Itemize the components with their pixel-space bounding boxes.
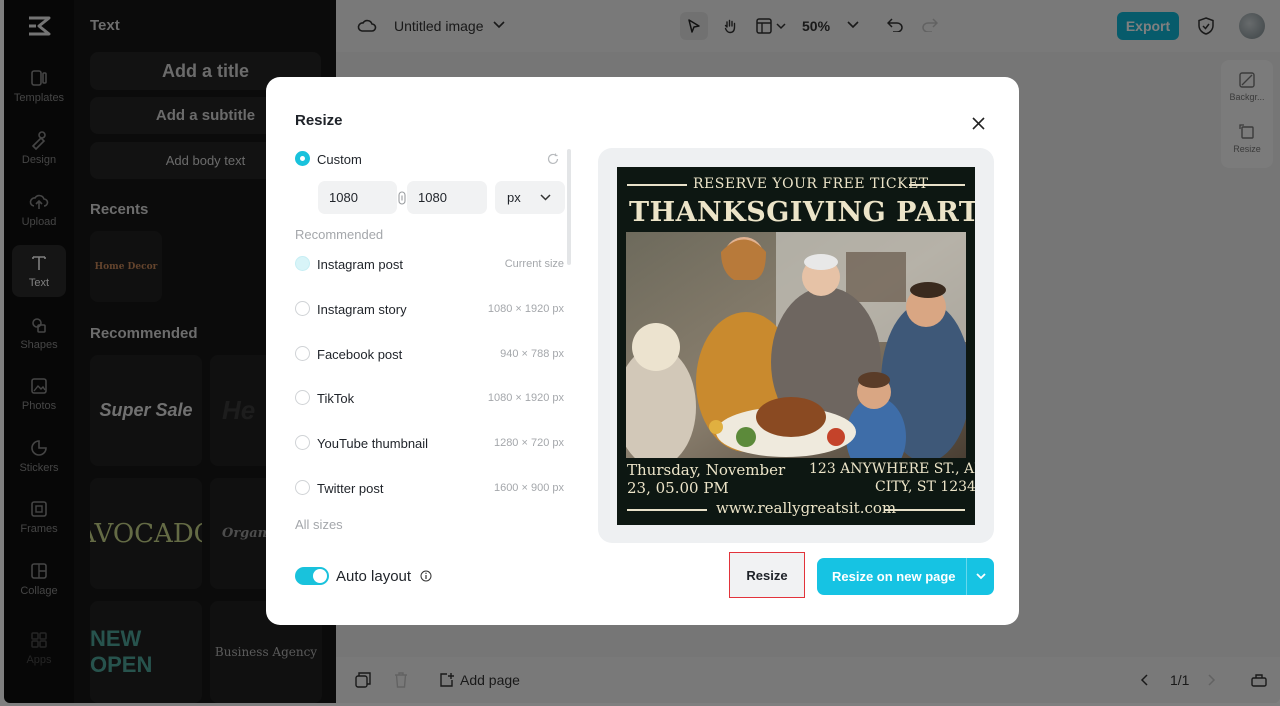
option-radio[interactable]: [295, 435, 310, 450]
option-radio[interactable]: [295, 256, 310, 271]
poster-headline: THANKSGIVING PARTY: [629, 197, 975, 228]
reset-size-icon[interactable]: [546, 152, 560, 166]
option-label: Instagram post: [317, 257, 403, 272]
poster-date-line2: 23, 05.00 PM: [627, 479, 729, 497]
recommended-label: Recommended: [295, 227, 384, 242]
info-icon[interactable]: [420, 570, 432, 582]
poster-address-line1: 123 ANYWHERE ST., ANY: [809, 461, 975, 477]
option-radio[interactable]: [295, 301, 310, 316]
poster-rule: [627, 509, 707, 511]
option-size: 1280 × 720 px: [493, 437, 564, 449]
option-size: 1600 × 900 px: [493, 482, 564, 494]
option-label: Facebook post: [317, 347, 403, 362]
option-radio[interactable]: [295, 390, 310, 405]
poster-rule: [885, 509, 965, 511]
option-radio[interactable]: [295, 480, 310, 495]
button-divider: [966, 558, 967, 595]
custom-radio[interactable]: [295, 151, 310, 166]
option-label: Twitter post: [317, 481, 384, 496]
poster-top-line: RESERVE YOUR FREE TICKET: [693, 176, 929, 192]
resize-dialog: Resize Custom px Recommended Instagram p…: [266, 77, 1019, 625]
link-aspect-icon[interactable]: [397, 190, 407, 206]
auto-layout-toggle[interactable]: [295, 567, 329, 585]
unit-select[interactable]: px: [495, 181, 565, 214]
all-sizes-link[interactable]: All sizes: [295, 517, 343, 532]
resize-on-new-page-button[interactable]: Resize on new page: [817, 558, 994, 595]
custom-label: Custom: [317, 152, 362, 167]
auto-layout-label: Auto layout: [336, 568, 412, 585]
width-input[interactable]: [318, 181, 397, 214]
poster-address-line2: CITY, ST 12345: [875, 479, 975, 495]
chevron-down-icon: [540, 194, 551, 201]
chevron-down-icon[interactable]: [974, 569, 988, 583]
height-input[interactable]: [407, 181, 487, 214]
unit-select-value: px: [507, 190, 521, 205]
poster-rule: [627, 184, 687, 186]
option-size: Current size: [504, 258, 564, 270]
close-icon[interactable]: [968, 113, 988, 133]
option-label: TikTok: [317, 391, 355, 406]
options-scrollbar[interactable]: [567, 149, 571, 265]
resize-preview: RESERVE YOUR FREE TICKET THANKSGIVING PA…: [598, 148, 994, 543]
resize-button[interactable]: Resize: [729, 552, 805, 598]
poster-date-line1: Thursday, November: [627, 461, 786, 479]
option-size: 940 × 788 px: [500, 348, 564, 360]
option-size: 1080 × 1920 px: [487, 392, 564, 404]
option-radio[interactable]: [295, 346, 310, 361]
resize-on-new-page-label: Resize on new page: [832, 569, 956, 584]
option-label: YouTube thumbnail: [317, 436, 429, 451]
option-size: 1080 × 1920 px: [487, 303, 564, 315]
option-label: Instagram story: [317, 302, 407, 317]
poster-preview: RESERVE YOUR FREE TICKET THANKSGIVING PA…: [617, 167, 975, 525]
dialog-title: Resize: [295, 112, 343, 129]
poster-family-photo: [626, 232, 966, 458]
poster-website: www.reallygreatsit.com: [716, 499, 897, 517]
